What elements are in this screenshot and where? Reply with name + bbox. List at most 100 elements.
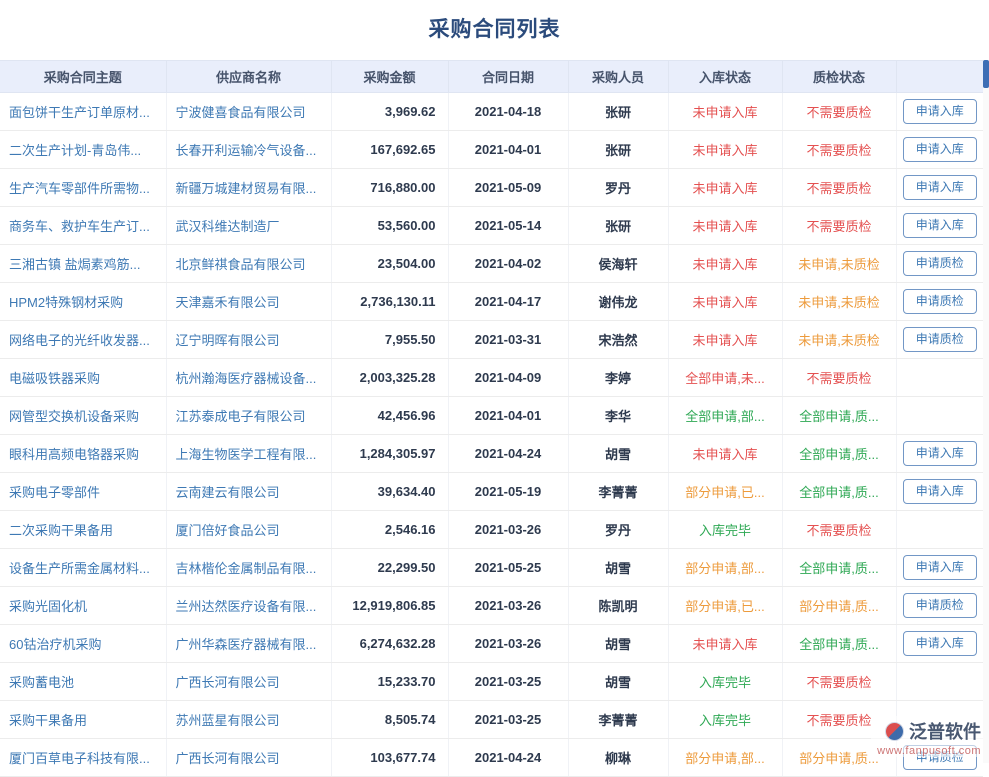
person-cell: 胡雪	[568, 435, 668, 473]
supplier-cell: 武汉科维达制造厂	[166, 207, 331, 245]
date-cell: 2021-04-24	[448, 739, 568, 777]
contract-subject-link[interactable]: 60钴治疗机采购	[9, 637, 101, 652]
supplier-cell: 天津嘉禾有限公司	[166, 283, 331, 321]
storage-status-cell: 未申请入库	[668, 207, 782, 245]
apply-qc-button[interactable]: 申请质检	[903, 289, 977, 315]
person-cell: 柳琳	[568, 739, 668, 777]
subject-cell: 采购电子零部件	[0, 473, 166, 511]
subject-cell: 面包饼干生产订单原材...	[0, 93, 166, 131]
supplier-link[interactable]: 天津嘉禾有限公司	[176, 295, 280, 310]
supplier-cell: 苏州蓝星有限公司	[166, 701, 331, 739]
storage-status: 未申请入库	[692, 333, 757, 348]
supplier-link[interactable]: 广州华森医疗器械有限...	[176, 637, 317, 652]
date-cell: 2021-05-19	[448, 473, 568, 511]
contract-subject-link[interactable]: 电磁吸铁器采购	[9, 371, 100, 386]
supplier-link[interactable]: 辽宁明晖有限公司	[176, 333, 280, 348]
supplier-link[interactable]: 长春开利运输冷气设备...	[176, 143, 317, 158]
apply-storage-button[interactable]: 申请入库	[903, 441, 977, 467]
qc-status: 全部申请,质...	[799, 485, 878, 500]
contract-subject-link[interactable]: 网络电子的光纤收发器...	[9, 333, 150, 348]
qc-status: 不需要质检	[806, 219, 871, 234]
subject-cell: 生产汽车零部件所需物...	[0, 169, 166, 207]
contract-subject-link[interactable]: 设备生产所需金属材料...	[9, 561, 150, 576]
person-cell: 李华	[568, 397, 668, 435]
qc-status: 不需要质检	[806, 523, 871, 538]
supplier-link[interactable]: 兰州达然医疗设备有限...	[176, 599, 317, 614]
storage-status: 未申请入库	[692, 181, 757, 196]
table-body: 面包饼干生产订单原材...宁波健喜食品有限公司3,969.622021-04-1…	[0, 93, 983, 777]
watermark: 泛普软件 www.fanpusoft.com	[871, 716, 983, 757]
apply-qc-button[interactable]: 申请质检	[903, 251, 977, 277]
apply-storage-button[interactable]: 申请入库	[903, 99, 977, 125]
storage-status-cell: 未申请入库	[668, 245, 782, 283]
supplier-cell: 上海生物医学工程有限...	[166, 435, 331, 473]
scrollbar[interactable]	[983, 60, 989, 763]
supplier-link[interactable]: 云南建云有限公司	[176, 485, 280, 500]
contract-subject-link[interactable]: 厦门百草电子科技有限...	[9, 751, 150, 766]
supplier-link[interactable]: 杭州瀚海医疗器械设备...	[176, 371, 317, 386]
subject-cell: 采购干果备用	[0, 701, 166, 739]
person-cell: 陈凯明	[568, 587, 668, 625]
apply-storage-button[interactable]: 申请入库	[903, 175, 977, 201]
qc-status-cell: 未申请,未质检	[782, 245, 896, 283]
contract-subject-link[interactable]: 二次采购干果备用	[9, 523, 113, 538]
storage-status-cell: 未申请入库	[668, 93, 782, 131]
amount-cell: 22,299.50	[331, 549, 448, 587]
date-cell: 2021-03-25	[448, 663, 568, 701]
supplier-link[interactable]: 广西长河有限公司	[176, 751, 280, 766]
watermark-url: www.fanpusoft.com	[877, 745, 981, 757]
table-row: 设备生产所需金属材料...吉林楷伦金属制品有限...22,299.502021-…	[0, 549, 983, 587]
contract-subject-link[interactable]: 采购光固化机	[9, 599, 87, 614]
supplier-link[interactable]: 江苏泰成电子有限公司	[176, 409, 306, 424]
scrollbar-thumb[interactable]	[983, 60, 989, 88]
qc-status-cell: 不需要质检	[782, 359, 896, 397]
supplier-link[interactable]: 新疆万城建材贸易有限...	[176, 181, 317, 196]
apply-storage-button[interactable]: 申请入库	[903, 479, 977, 505]
contract-subject-link[interactable]: 二次生产计划-青岛伟...	[9, 143, 141, 158]
apply-qc-button[interactable]: 申请质检	[903, 593, 977, 619]
contract-subject-link[interactable]: 采购电子零部件	[9, 485, 100, 500]
apply-qc-button[interactable]: 申请质检	[903, 327, 977, 353]
qc-status-cell: 不需要质检	[782, 511, 896, 549]
action-cell: 申请入库	[896, 93, 983, 131]
person-cell: 李婷	[568, 359, 668, 397]
supplier-link[interactable]: 武汉科维达制造厂	[176, 219, 280, 234]
contract-subject-link[interactable]: 三湘古镇 盐焗素鸡筋...	[9, 257, 140, 272]
action-cell: 申请质检	[896, 587, 983, 625]
apply-storage-button[interactable]: 申请入库	[903, 137, 977, 163]
storage-status-cell: 未申请入库	[668, 435, 782, 473]
storage-status: 部分申请,部...	[685, 561, 764, 576]
watermark-brand: 泛普软件	[909, 718, 981, 744]
amount-cell: 53,560.00	[331, 207, 448, 245]
contract-subject-link[interactable]: 采购蓄电池	[9, 675, 74, 690]
amount-cell: 2,003,325.28	[331, 359, 448, 397]
subject-cell: 设备生产所需金属材料...	[0, 549, 166, 587]
contract-subject-link[interactable]: 眼科用高频电铬器采购	[9, 447, 139, 462]
person-cell: 胡雪	[568, 663, 668, 701]
storage-status-cell: 入库完毕	[668, 663, 782, 701]
contract-subject-link[interactable]: 生产汽车零部件所需物...	[9, 181, 150, 196]
contract-subject-link[interactable]: HPM2特殊钢材采购	[9, 295, 123, 310]
header-supplier-name: 供应商名称	[166, 61, 331, 93]
date-cell: 2021-04-17	[448, 283, 568, 321]
table-row: 二次采购干果备用厦门倍好食品公司2,546.162021-03-26罗丹入库完毕…	[0, 511, 983, 549]
supplier-link[interactable]: 宁波健喜食品有限公司	[176, 105, 306, 120]
supplier-link[interactable]: 广西长河有限公司	[176, 675, 280, 690]
header-actions	[896, 61, 983, 93]
qc-status: 不需要质检	[806, 143, 871, 158]
amount-cell: 103,677.74	[331, 739, 448, 777]
apply-storage-button[interactable]: 申请入库	[903, 555, 977, 581]
contract-subject-link[interactable]: 采购干果备用	[9, 713, 87, 728]
supplier-link[interactable]: 厦门倍好食品公司	[176, 523, 280, 538]
contract-subject-link[interactable]: 面包饼干生产订单原材...	[9, 105, 150, 120]
amount-cell: 8,505.74	[331, 701, 448, 739]
contract-subject-link[interactable]: 网管型交换机设备采购	[9, 409, 139, 424]
supplier-link[interactable]: 上海生物医学工程有限...	[176, 447, 317, 462]
supplier-link[interactable]: 苏州蓝星有限公司	[176, 713, 280, 728]
contract-subject-link[interactable]: 商务车、救护车生产订...	[9, 219, 150, 234]
supplier-link[interactable]: 北京鲜祺食品有限公司	[176, 257, 306, 272]
apply-storage-button[interactable]: 申请入库	[903, 631, 977, 657]
storage-status: 入库完毕	[699, 675, 751, 690]
supplier-link[interactable]: 吉林楷伦金属制品有限...	[176, 561, 317, 576]
apply-storage-button[interactable]: 申请入库	[903, 213, 977, 239]
